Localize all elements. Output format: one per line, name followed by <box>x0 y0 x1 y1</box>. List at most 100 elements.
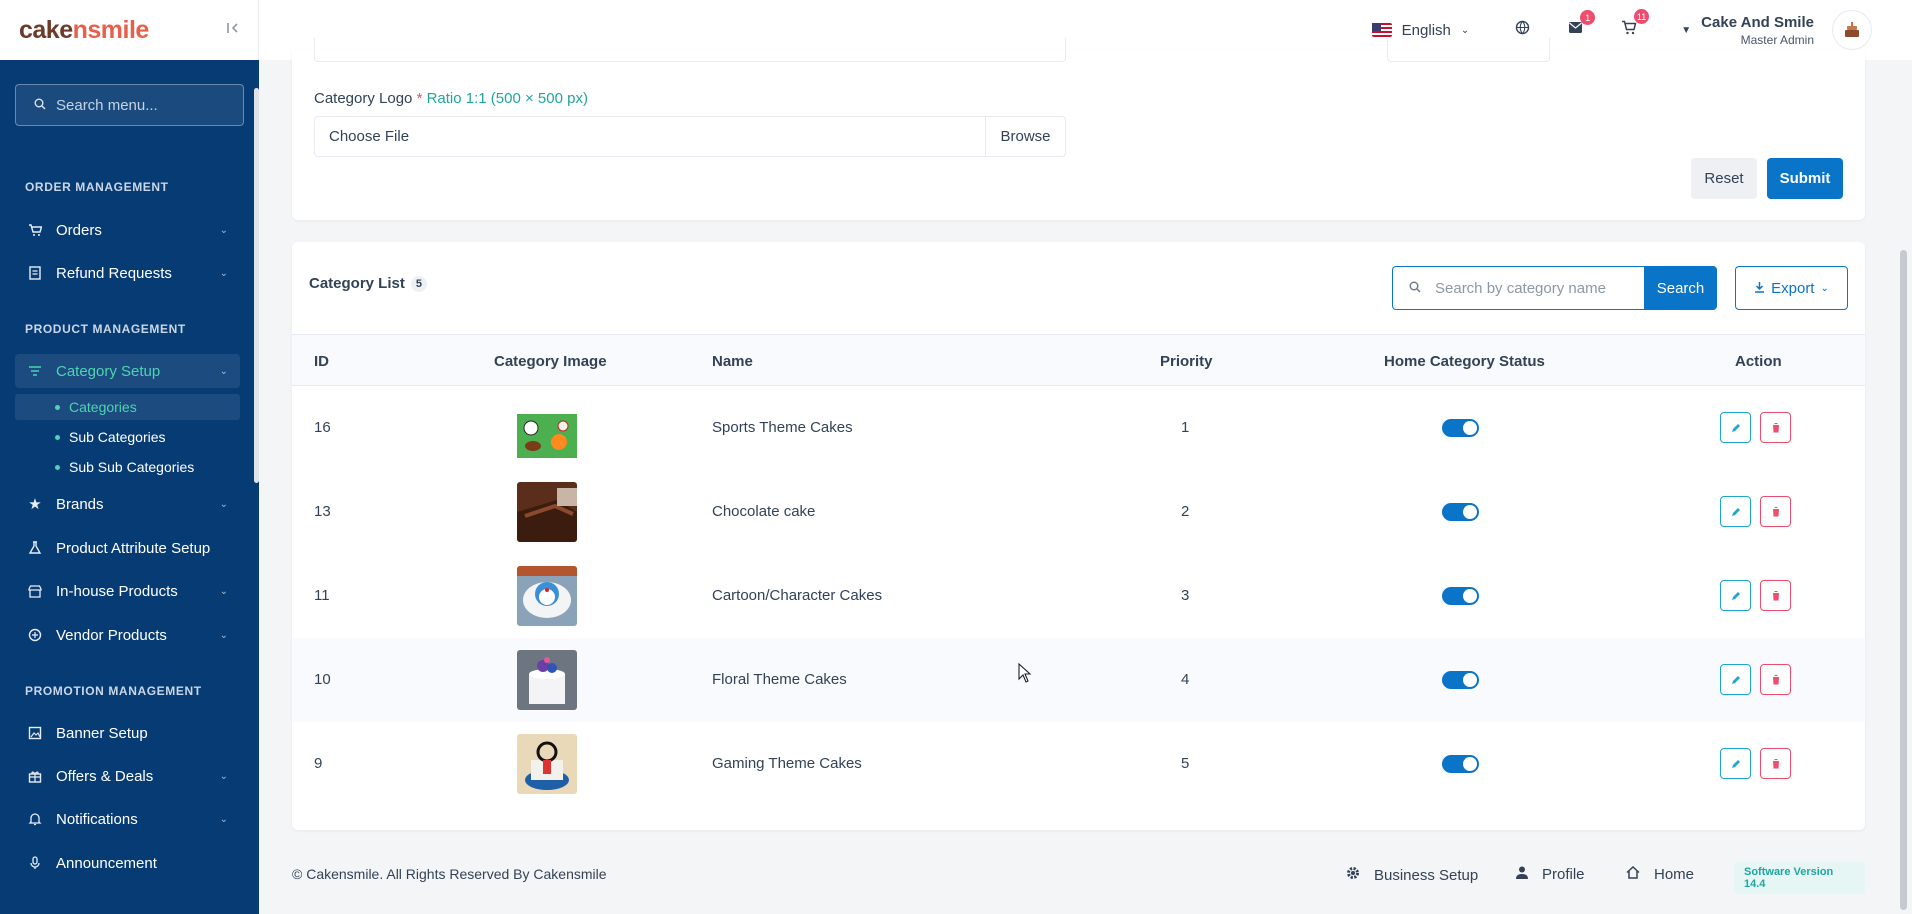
row-name: Gaming Theme Cakes <box>712 755 862 772</box>
microphone-icon <box>27 856 43 870</box>
export-button[interactable]: Export ⌄ <box>1735 266 1848 310</box>
category-logo-file-input[interactable]: Choose File Browse <box>314 116 1066 157</box>
row-id: 9 <box>314 755 323 772</box>
pencil-icon <box>1731 675 1740 684</box>
sidebar-item-announcement[interactable]: Announcement <box>15 846 240 880</box>
table-row: 13 Chocolate cake 2 <box>292 470 1865 554</box>
pencil-icon <box>1731 759 1740 768</box>
image-icon <box>27 726 43 740</box>
table-row: 11 Cartoon/Character Cakes 3 <box>292 554 1865 638</box>
reset-button[interactable]: Reset <box>1691 158 1757 199</box>
gear-icon <box>1346 866 1360 884</box>
section-product-management: PRODUCT MANAGEMENT <box>25 322 186 336</box>
edit-button[interactable] <box>1720 580 1751 611</box>
category-count-badge: 5 <box>410 275 427 292</box>
user-menu[interactable]: ▼ Cake And Smile Master Admin <box>1681 10 1872 50</box>
home-status-toggle[interactable] <box>1442 587 1479 605</box>
home-status-toggle[interactable] <box>1442 419 1479 437</box>
chevron-down-icon: ⌄ <box>219 267 228 279</box>
edit-button[interactable] <box>1720 748 1751 779</box>
column-header-action: Action <box>1735 353 1782 370</box>
edit-button[interactable] <box>1720 412 1751 443</box>
delete-button[interactable] <box>1760 496 1791 527</box>
sidebar-item-orders[interactable]: Orders ⌄ <box>15 213 240 247</box>
caret-down-icon: ▼ <box>1681 24 1692 36</box>
sidebar-subitem-sub-sub-categories[interactable]: Sub Sub Categories <box>15 454 240 480</box>
category-name-input[interactable] <box>314 38 1066 62</box>
sidebar-search-input[interactable] <box>56 96 226 114</box>
delete-button[interactable] <box>1760 580 1791 611</box>
user-role: Master Admin <box>1740 32 1814 47</box>
sidebar-item-offers-deals[interactable]: Offers & Deals ⌄ <box>15 759 240 793</box>
sidebar-subitem-sub-categories[interactable]: Sub Categories <box>15 424 240 450</box>
cart-badge: 11 <box>1633 9 1650 24</box>
category-logo-label: Category Logo * Ratio 1:1 (500 × 500 px) <box>314 90 588 107</box>
pencil-icon <box>1731 591 1740 600</box>
browse-button[interactable]: Browse <box>985 117 1065 156</box>
home-status-toggle[interactable] <box>1442 503 1479 521</box>
category-image <box>517 482 577 542</box>
category-search-input[interactable] <box>1435 279 1635 297</box>
delete-button[interactable] <box>1760 412 1791 443</box>
sidebar-search[interactable] <box>15 84 244 126</box>
user-name: Cake And Smile <box>1701 13 1814 31</box>
file-name: Choose File <box>329 128 410 145</box>
search-button[interactable]: Search <box>1644 266 1717 310</box>
row-id: 10 <box>314 671 331 688</box>
delete-button[interactable] <box>1760 748 1791 779</box>
sidebar-scrollbar[interactable] <box>254 88 259 483</box>
sidebar-item-brands[interactable]: ★ Brands ⌄ <box>15 487 240 521</box>
brand-logo[interactable]: cakensmile <box>19 16 149 45</box>
chevron-down-icon: ⌄ <box>219 365 228 377</box>
sidebar-item-vendor-products[interactable]: Vendor Products ⌄ <box>15 618 240 652</box>
sidebar-subitem-categories[interactable]: Categories <box>15 394 240 420</box>
footer-link-profile[interactable]: Profile <box>1516 866 1585 883</box>
footer-link-business-setup[interactable]: Business Setup <box>1346 866 1478 884</box>
avatar[interactable] <box>1832 10 1872 50</box>
home-status-toggle[interactable] <box>1442 755 1479 773</box>
row-name: Sports Theme Cakes <box>712 419 853 436</box>
row-name: Chocolate cake <box>712 503 816 520</box>
row-id: 11 <box>314 587 330 604</box>
vendor-icon <box>27 628 43 642</box>
collapse-sidebar-icon[interactable] <box>226 21 240 40</box>
column-header-name: Name <box>712 353 753 370</box>
sidebar-item-notifications[interactable]: Notifications ⌄ <box>15 802 240 836</box>
row-id: 13 <box>314 503 331 520</box>
language-selector[interactable]: English ⌄ <box>1371 22 1469 39</box>
globe-icon[interactable] <box>1515 20 1530 40</box>
home-icon <box>1626 865 1640 883</box>
delete-button[interactable] <box>1760 664 1791 695</box>
priority-select[interactable] <box>1387 38 1550 62</box>
edit-button[interactable] <box>1720 664 1751 695</box>
footer-link-home[interactable]: Home <box>1626 865 1694 883</box>
cart-icon <box>27 223 43 237</box>
gift-icon <box>27 769 43 783</box>
store-icon <box>27 584 43 598</box>
category-search-form: Search <box>1392 266 1717 310</box>
download-icon <box>1754 280 1765 297</box>
pencil-icon <box>1731 507 1740 516</box>
submit-button[interactable]: Submit <box>1767 158 1843 199</box>
chevron-down-icon: ⌄ <box>219 813 228 825</box>
sidebar-item-category-setup[interactable]: Category Setup ⌄ <box>15 354 240 388</box>
category-list-title: Category List 5 <box>309 275 427 292</box>
category-search-box[interactable] <box>1392 266 1644 310</box>
edit-button[interactable] <box>1720 496 1751 527</box>
sidebar-item-inhouse-products[interactable]: In-house Products ⌄ <box>15 574 240 608</box>
page-scrollbar[interactable] <box>1900 250 1907 910</box>
software-version-badge: Software Version 14.4 <box>1734 862 1865 894</box>
column-header-home-status: Home Category Status <box>1384 353 1545 370</box>
chevron-down-icon: ⌄ <box>219 770 228 782</box>
sidebar-item-refund-requests[interactable]: Refund Requests ⌄ <box>15 256 240 290</box>
cart-icon[interactable]: 11 <box>1621 9 1650 40</box>
receipt-icon <box>27 266 43 280</box>
sidebar-item-banner-setup[interactable]: Banner Setup <box>15 716 240 750</box>
star-icon: ★ <box>28 496 42 513</box>
home-status-toggle[interactable] <box>1442 671 1479 689</box>
sidebar-item-product-attribute-setup[interactable]: Product Attribute Setup <box>15 531 240 565</box>
bell-icon <box>27 812 43 826</box>
messages-icon[interactable]: 1 <box>1568 10 1596 39</box>
trash-icon <box>1771 591 1780 601</box>
section-order-management: ORDER MANAGEMENT <box>25 180 169 194</box>
